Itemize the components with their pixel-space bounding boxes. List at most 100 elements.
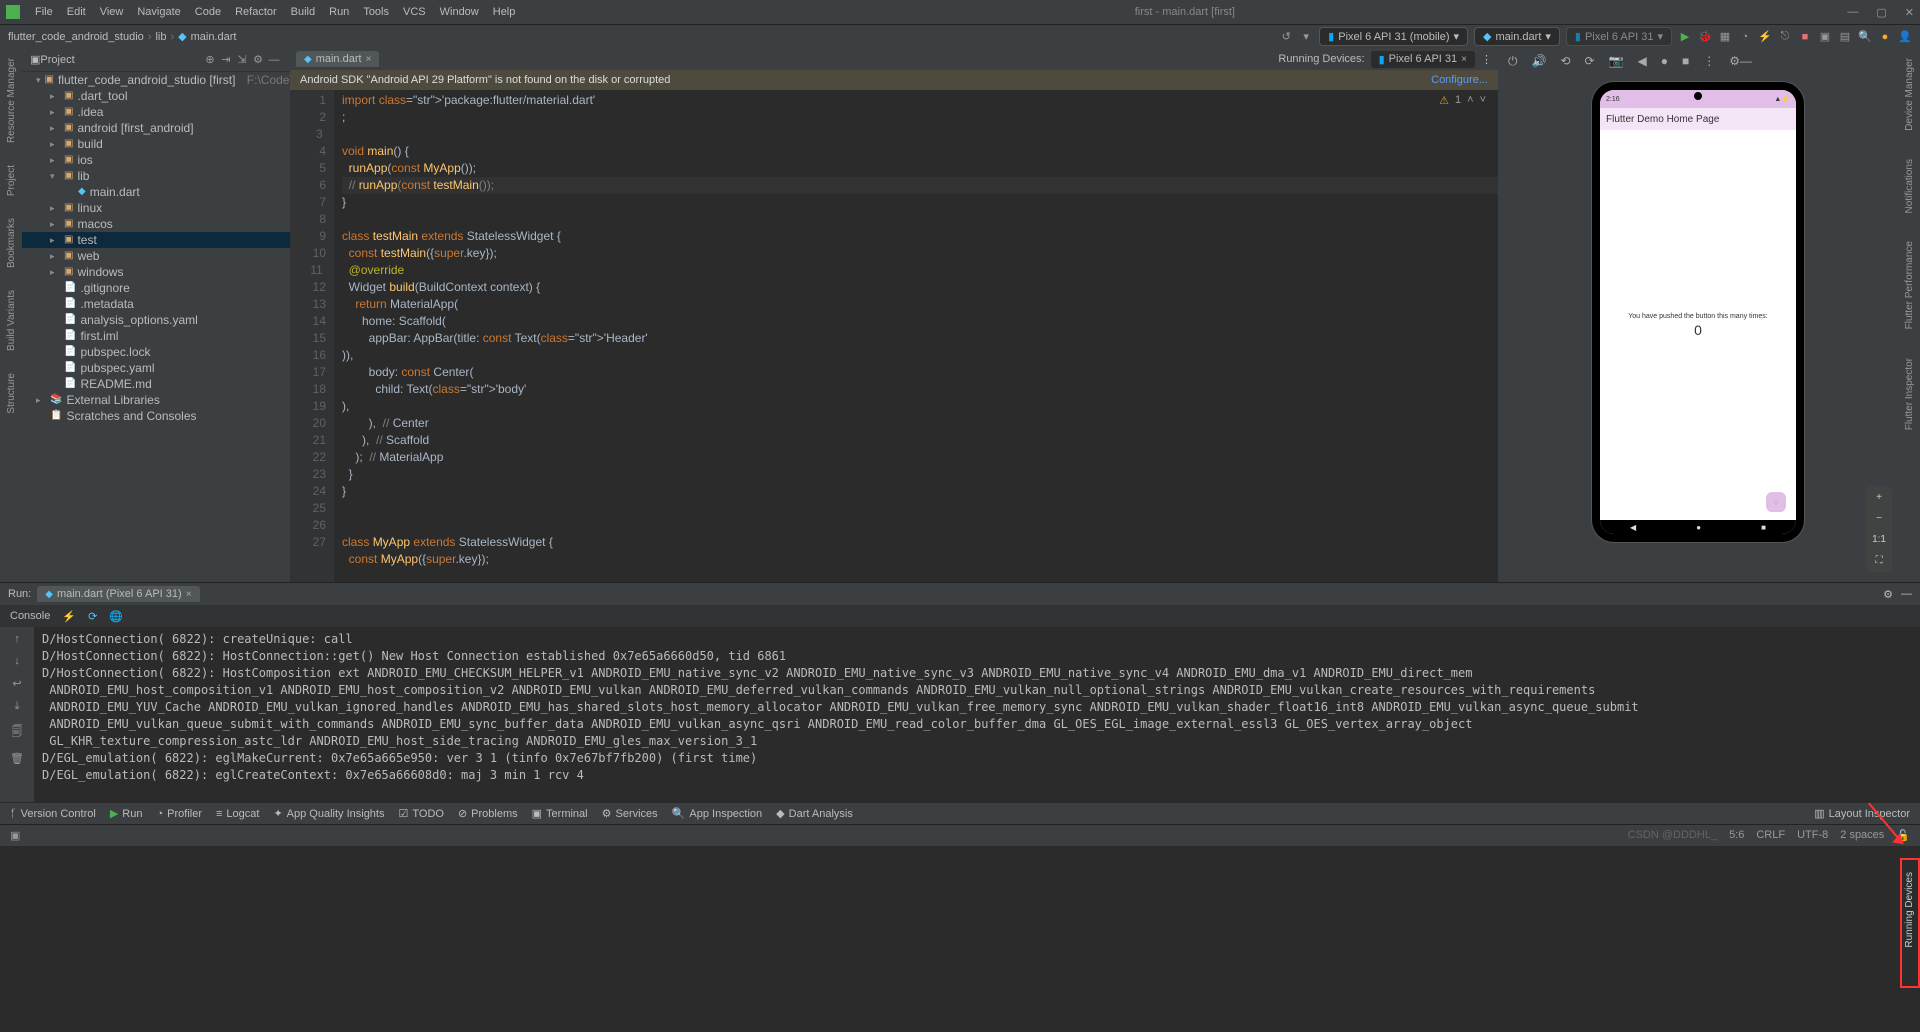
power-icon[interactable]: ⏻ xyxy=(1508,54,1518,69)
menu-vcs[interactable]: VCS xyxy=(396,6,433,18)
zoom-fit-icon[interactable]: ⛶ xyxy=(1872,555,1886,566)
screenshot-icon[interactable]: 📷 xyxy=(1609,54,1624,68)
tree-item[interactable]: External Libraries xyxy=(66,392,159,408)
project-title[interactable]: Project xyxy=(40,54,202,66)
hot-reload-button[interactable]: ⚡ xyxy=(1758,30,1772,44)
sdk-button[interactable]: ▤ xyxy=(1838,30,1852,44)
attach-button[interactable]: ⎋ xyxy=(1778,30,1792,44)
tree-item[interactable]: windows xyxy=(77,264,123,280)
chevron-down-icon[interactable]: ▾ xyxy=(1299,30,1313,44)
rail-running-devices[interactable]: Running Devices xyxy=(1904,868,1915,952)
expand-icon[interactable]: ⇲ xyxy=(234,53,250,66)
rail-bookmarks[interactable]: Bookmarks xyxy=(6,214,17,272)
diag-up-icon[interactable]: ˄ xyxy=(1467,94,1473,107)
hide-icon[interactable]: — xyxy=(266,54,282,66)
back-icon[interactable]: ◀ xyxy=(1638,54,1647,68)
app-inspection-button[interactable]: 🔍 App Inspection xyxy=(672,807,762,820)
project-dropdown-icon[interactable]: ▣ xyxy=(30,53,40,66)
target-icon[interactable]: ⊕ xyxy=(202,53,218,66)
zoom-in-icon[interactable]: + xyxy=(1872,492,1886,503)
breadcrumb-root[interactable]: flutter_code_android_studio xyxy=(8,31,144,43)
version-control-button[interactable]: ᚶ Version Control xyxy=(10,808,96,820)
console-output[interactable]: D/HostConnection( 6822): createUnique: c… xyxy=(34,627,1920,802)
tree-item[interactable]: lib xyxy=(77,168,89,184)
warning-badge-icon[interactable]: ⚠ xyxy=(1439,94,1449,107)
scroll-end-icon[interactable]: ⤓ xyxy=(15,700,20,713)
menu-refactor[interactable]: Refactor xyxy=(228,6,284,18)
tree-item[interactable]: analysis_options.yaml xyxy=(80,312,197,328)
coverage-button[interactable]: ▦ xyxy=(1718,30,1732,44)
close-icon[interactable]: ✕ xyxy=(1905,6,1914,19)
dart-analysis-button[interactable]: ◆ Dart Analysis xyxy=(776,807,853,820)
nav-home-icon[interactable]: ● xyxy=(1696,523,1701,532)
tree-item[interactable]: linux xyxy=(77,200,102,216)
volume-icon[interactable]: 🔊 xyxy=(1532,54,1547,68)
device-selector[interactable]: ▮Pixel 6 API 31 (mobile)▾ xyxy=(1319,27,1468,46)
rotate-left-icon[interactable]: ⟲ xyxy=(1560,54,1570,68)
menu-file[interactable]: File xyxy=(28,6,60,18)
menu-window[interactable]: Window xyxy=(433,6,486,18)
services-button[interactable]: ⚙ Services xyxy=(602,807,658,820)
tabs-more-icon[interactable]: ⋮ xyxy=(1481,53,1492,66)
zoom-reset[interactable]: 1:1 xyxy=(1872,534,1886,545)
tree-root[interactable]: flutter_code_android_studio [first] xyxy=(58,72,235,88)
overview-icon[interactable]: ■ xyxy=(1682,54,1689,68)
profiler-button[interactable]: ◔ Profiler xyxy=(156,808,202,820)
panel-gear-icon[interactable]: ⚙ xyxy=(1883,588,1893,601)
line-gutter[interactable]: 123 ▶4567891011 ⟳12131415161718192021222… xyxy=(290,90,334,582)
project-tree[interactable]: ▾▣flutter_code_android_studio [first] F:… xyxy=(22,72,290,582)
hot-reload-icon[interactable]: ⚡ xyxy=(62,610,76,623)
tree-item[interactable]: README.md xyxy=(80,376,151,392)
more-icon[interactable]: ⋮ xyxy=(1703,54,1715,68)
stop-button[interactable]: ■ xyxy=(1798,30,1812,44)
terminal-button[interactable]: ▣ Terminal xyxy=(532,807,588,820)
tree-item[interactable]: web xyxy=(77,248,99,264)
debug-button[interactable]: 🐞 xyxy=(1698,30,1712,44)
tree-item[interactable]: first.iml xyxy=(80,328,118,344)
run-tab[interactable]: ◆main.dart (Pixel 6 API 31)× xyxy=(37,586,199,602)
rail-flutter-performance[interactable]: Flutter Performance xyxy=(1904,237,1915,333)
emulator-close-icon[interactable]: × xyxy=(1461,54,1467,65)
panel-hide-icon[interactable]: — xyxy=(1901,588,1912,601)
todo-button[interactable]: ☑ TODO xyxy=(399,807,444,820)
menu-help[interactable]: Help xyxy=(486,6,523,18)
rail-resource-manager[interactable]: Resource Manager xyxy=(6,54,17,147)
rail-flutter-inspector[interactable]: Flutter Inspector xyxy=(1904,354,1915,434)
problems-button[interactable]: ⊘ Problems xyxy=(458,807,518,820)
avd-button[interactable]: ▣ xyxy=(1818,30,1832,44)
open-devtools-icon[interactable]: 🌐 xyxy=(109,610,123,623)
menu-run[interactable]: Run xyxy=(322,6,356,18)
configure-link[interactable]: Configure... xyxy=(1431,74,1488,86)
run-tab-close-icon[interactable]: × xyxy=(186,589,192,600)
user-icon[interactable]: 👤 xyxy=(1898,30,1912,44)
cursor-position[interactable]: 5:6 xyxy=(1729,829,1744,842)
rotate-right-icon[interactable]: ⟳ xyxy=(1585,54,1595,68)
line-ending[interactable]: CRLF xyxy=(1756,829,1785,842)
rail-notifications[interactable]: Notifications xyxy=(1904,155,1915,217)
menu-tools[interactable]: Tools xyxy=(356,6,396,18)
search-icon[interactable]: 🔍 xyxy=(1858,30,1872,44)
maximize-icon[interactable]: ▢ xyxy=(1876,6,1886,19)
emulator-tab[interactable]: ▮Pixel 6 API 31× xyxy=(1371,51,1475,68)
tree-item[interactable]: .gitignore xyxy=(80,280,129,296)
breadcrumb-lib[interactable]: lib xyxy=(155,31,166,43)
editor-tab-main[interactable]: ◆main.dart× xyxy=(296,51,379,67)
nav-back-icon[interactable]: ◀ xyxy=(1630,523,1636,532)
gear-icon[interactable]: ⚙ xyxy=(250,53,266,66)
run-button[interactable]: ▶ xyxy=(1678,30,1692,44)
tree-item[interactable]: Scratches and Consoles xyxy=(66,408,196,424)
status-toolwindows-icon[interactable]: ▣ xyxy=(10,829,20,842)
menu-edit[interactable]: Edit xyxy=(60,6,93,18)
rail-device-manager[interactable]: Device Manager xyxy=(1904,54,1915,135)
minimize-icon[interactable]: — xyxy=(1847,6,1858,19)
scroll-up-icon[interactable]: ↑ xyxy=(14,633,20,645)
tree-item[interactable]: .dart_tool xyxy=(77,88,127,104)
emu-hide-icon[interactable]: — xyxy=(1740,54,1752,68)
clear-icon[interactable]: 🗑 xyxy=(10,752,24,765)
rail-project[interactable]: Project xyxy=(6,161,17,200)
phone-screen[interactable]: 2:16▲⚡ Flutter Demo Home Page You have p… xyxy=(1600,90,1796,534)
settings-icon[interactable]: ● xyxy=(1878,30,1892,44)
emu-gear-icon[interactable]: ⚙ xyxy=(1729,54,1740,68)
rail-build-variants[interactable]: Build Variants xyxy=(6,286,17,355)
menu-code[interactable]: Code xyxy=(188,6,228,18)
